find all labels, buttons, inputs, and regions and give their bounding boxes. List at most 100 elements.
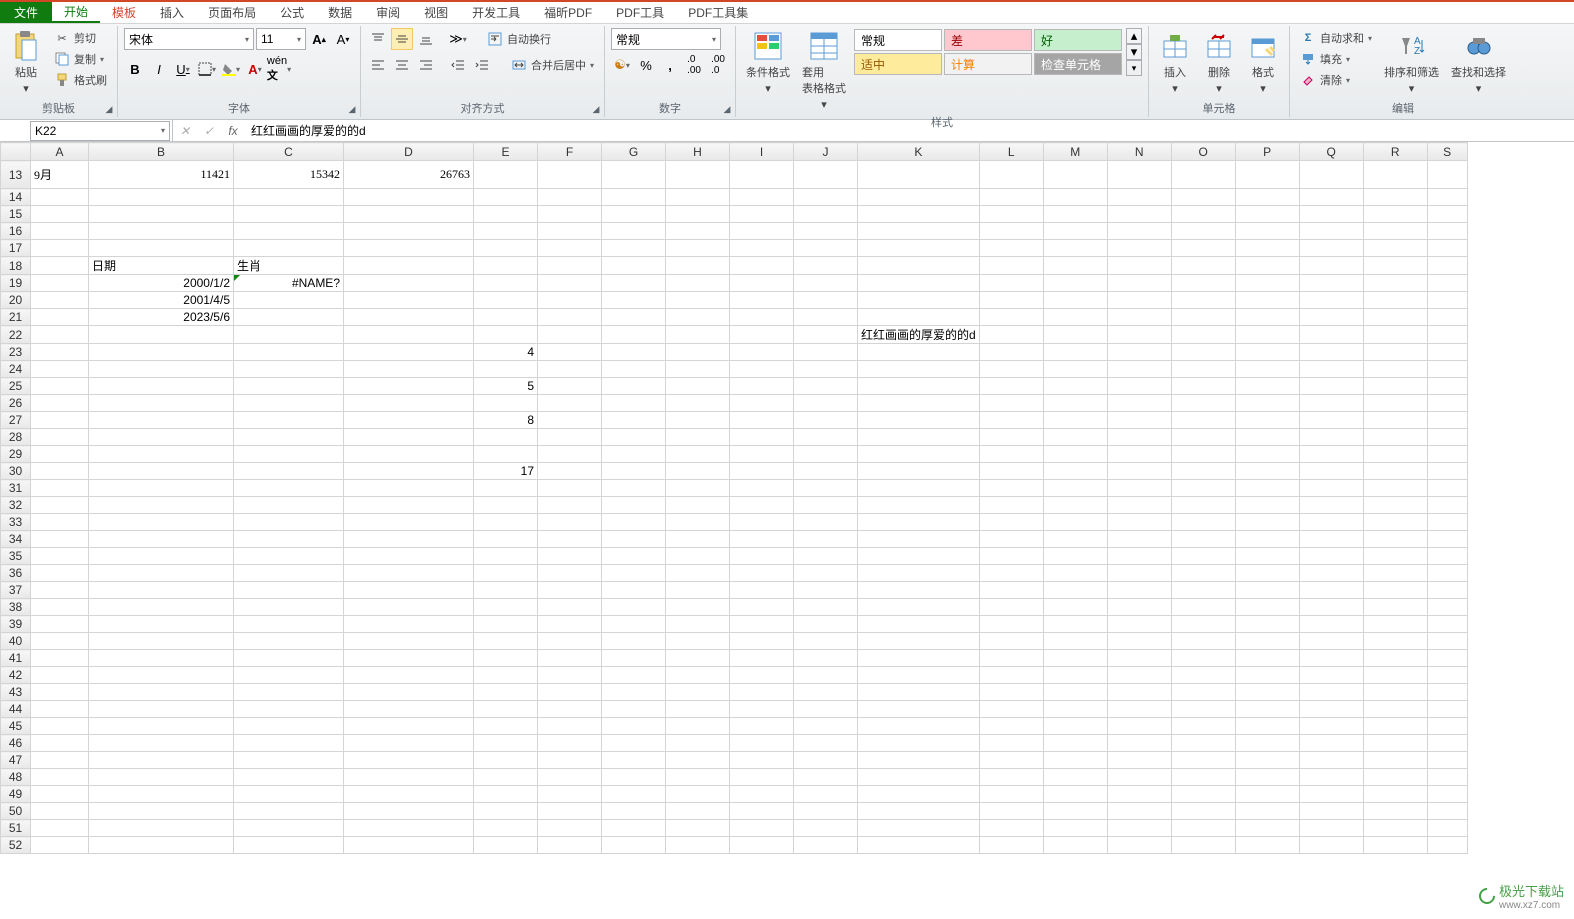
cell[interactable] <box>344 701 474 718</box>
fill-button[interactable]: 填充▾ <box>1296 49 1376 69</box>
row-header[interactable]: 38 <box>1 599 31 616</box>
row-header[interactable]: 48 <box>1 769 31 786</box>
cell[interactable] <box>730 718 794 735</box>
cell[interactable] <box>1107 769 1171 786</box>
cell[interactable] <box>666 616 730 633</box>
style-scroll-down[interactable]: ▾ <box>1126 44 1142 60</box>
cell[interactable] <box>730 769 794 786</box>
cell[interactable] <box>1427 240 1467 257</box>
cell[interactable] <box>538 786 602 803</box>
row-header[interactable]: 47 <box>1 752 31 769</box>
cell[interactable] <box>344 344 474 361</box>
cell[interactable] <box>1235 565 1299 582</box>
cell[interactable] <box>730 395 794 412</box>
cell[interactable] <box>666 189 730 206</box>
cell[interactable] <box>602 565 666 582</box>
cell[interactable] <box>1363 531 1427 548</box>
row-header[interactable]: 18 <box>1 257 31 275</box>
cell[interactable] <box>1171 161 1235 189</box>
cell[interactable] <box>730 361 794 378</box>
cell[interactable] <box>1363 326 1427 344</box>
cell[interactable] <box>1171 735 1235 752</box>
row-header[interactable]: 24 <box>1 361 31 378</box>
menu-data[interactable]: 数据 <box>316 2 364 23</box>
cell[interactable] <box>1363 650 1427 667</box>
wrap-text-button[interactable]: 自动换行 <box>483 28 555 50</box>
cell[interactable] <box>979 786 1043 803</box>
cell[interactable] <box>1363 395 1427 412</box>
cell[interactable] <box>730 548 794 565</box>
cell[interactable] <box>1299 497 1363 514</box>
cell[interactable] <box>1043 497 1107 514</box>
cell[interactable] <box>234 650 344 667</box>
cell[interactable] <box>1299 667 1363 684</box>
cell[interactable] <box>474 240 538 257</box>
cell[interactable] <box>1299 650 1363 667</box>
cell[interactable] <box>1427 616 1467 633</box>
dialog-launcher-icon[interactable]: ◢ <box>590 103 602 115</box>
cell[interactable] <box>979 189 1043 206</box>
cell[interactable] <box>979 275 1043 292</box>
increase-font-button[interactable]: A▴ <box>308 28 330 50</box>
cell[interactable] <box>666 667 730 684</box>
cell[interactable]: 26763 <box>344 161 474 189</box>
cell[interactable]: #NAME? <box>234 275 344 292</box>
cell[interactable] <box>31 292 89 309</box>
cell[interactable] <box>602 803 666 820</box>
cell[interactable] <box>1363 752 1427 769</box>
font-name-select[interactable]: 宋体▾ <box>124 28 254 50</box>
cell[interactable] <box>89 837 234 854</box>
cell[interactable] <box>1427 565 1467 582</box>
cell[interactable] <box>1363 684 1427 701</box>
cell[interactable] <box>31 257 89 275</box>
cell[interactable] <box>1235 837 1299 854</box>
align-right-button[interactable] <box>415 54 437 76</box>
menu-pdf-tool[interactable]: PDF工具 <box>604 2 676 23</box>
cell[interactable] <box>979 292 1043 309</box>
cell[interactable] <box>1235 718 1299 735</box>
cell[interactable] <box>1043 292 1107 309</box>
cell[interactable] <box>858 463 980 480</box>
cell[interactable] <box>474 309 538 326</box>
cell[interactable] <box>538 599 602 616</box>
cell[interactable] <box>31 548 89 565</box>
cell[interactable] <box>344 275 474 292</box>
cell[interactable] <box>1107 548 1171 565</box>
cell[interactable] <box>1043 344 1107 361</box>
cell[interactable] <box>1427 309 1467 326</box>
cell[interactable] <box>666 531 730 548</box>
cell[interactable] <box>1299 361 1363 378</box>
cell[interactable] <box>1235 378 1299 395</box>
cell[interactable] <box>1235 633 1299 650</box>
cell[interactable] <box>1043 257 1107 275</box>
cell[interactable] <box>31 667 89 684</box>
cell[interactable] <box>1299 718 1363 735</box>
row-header[interactable]: 39 <box>1 616 31 633</box>
cell[interactable] <box>794 582 858 599</box>
cell[interactable] <box>89 514 234 531</box>
cell[interactable] <box>730 667 794 684</box>
cell[interactable] <box>234 292 344 309</box>
select-all-corner[interactable] <box>1 143 31 161</box>
cut-button[interactable]: ✂ 剪切 <box>50 28 111 48</box>
row-header[interactable]: 16 <box>1 223 31 240</box>
cell[interactable] <box>1299 599 1363 616</box>
cell[interactable] <box>979 667 1043 684</box>
cell[interactable] <box>730 514 794 531</box>
cell[interactable] <box>344 667 474 684</box>
cell[interactable] <box>538 769 602 786</box>
cell[interactable] <box>666 803 730 820</box>
cell[interactable] <box>979 650 1043 667</box>
cell[interactable] <box>666 206 730 223</box>
cell[interactable] <box>858 565 980 582</box>
cell[interactable] <box>89 480 234 497</box>
cell[interactable] <box>1427 701 1467 718</box>
cell[interactable] <box>344 531 474 548</box>
cell[interactable] <box>1235 429 1299 446</box>
copy-button[interactable]: 复制▾ <box>50 49 111 69</box>
cell[interactable] <box>794 684 858 701</box>
column-header[interactable]: F <box>538 143 602 161</box>
cell[interactable] <box>1043 275 1107 292</box>
cell[interactable] <box>344 786 474 803</box>
row-header[interactable]: 41 <box>1 650 31 667</box>
